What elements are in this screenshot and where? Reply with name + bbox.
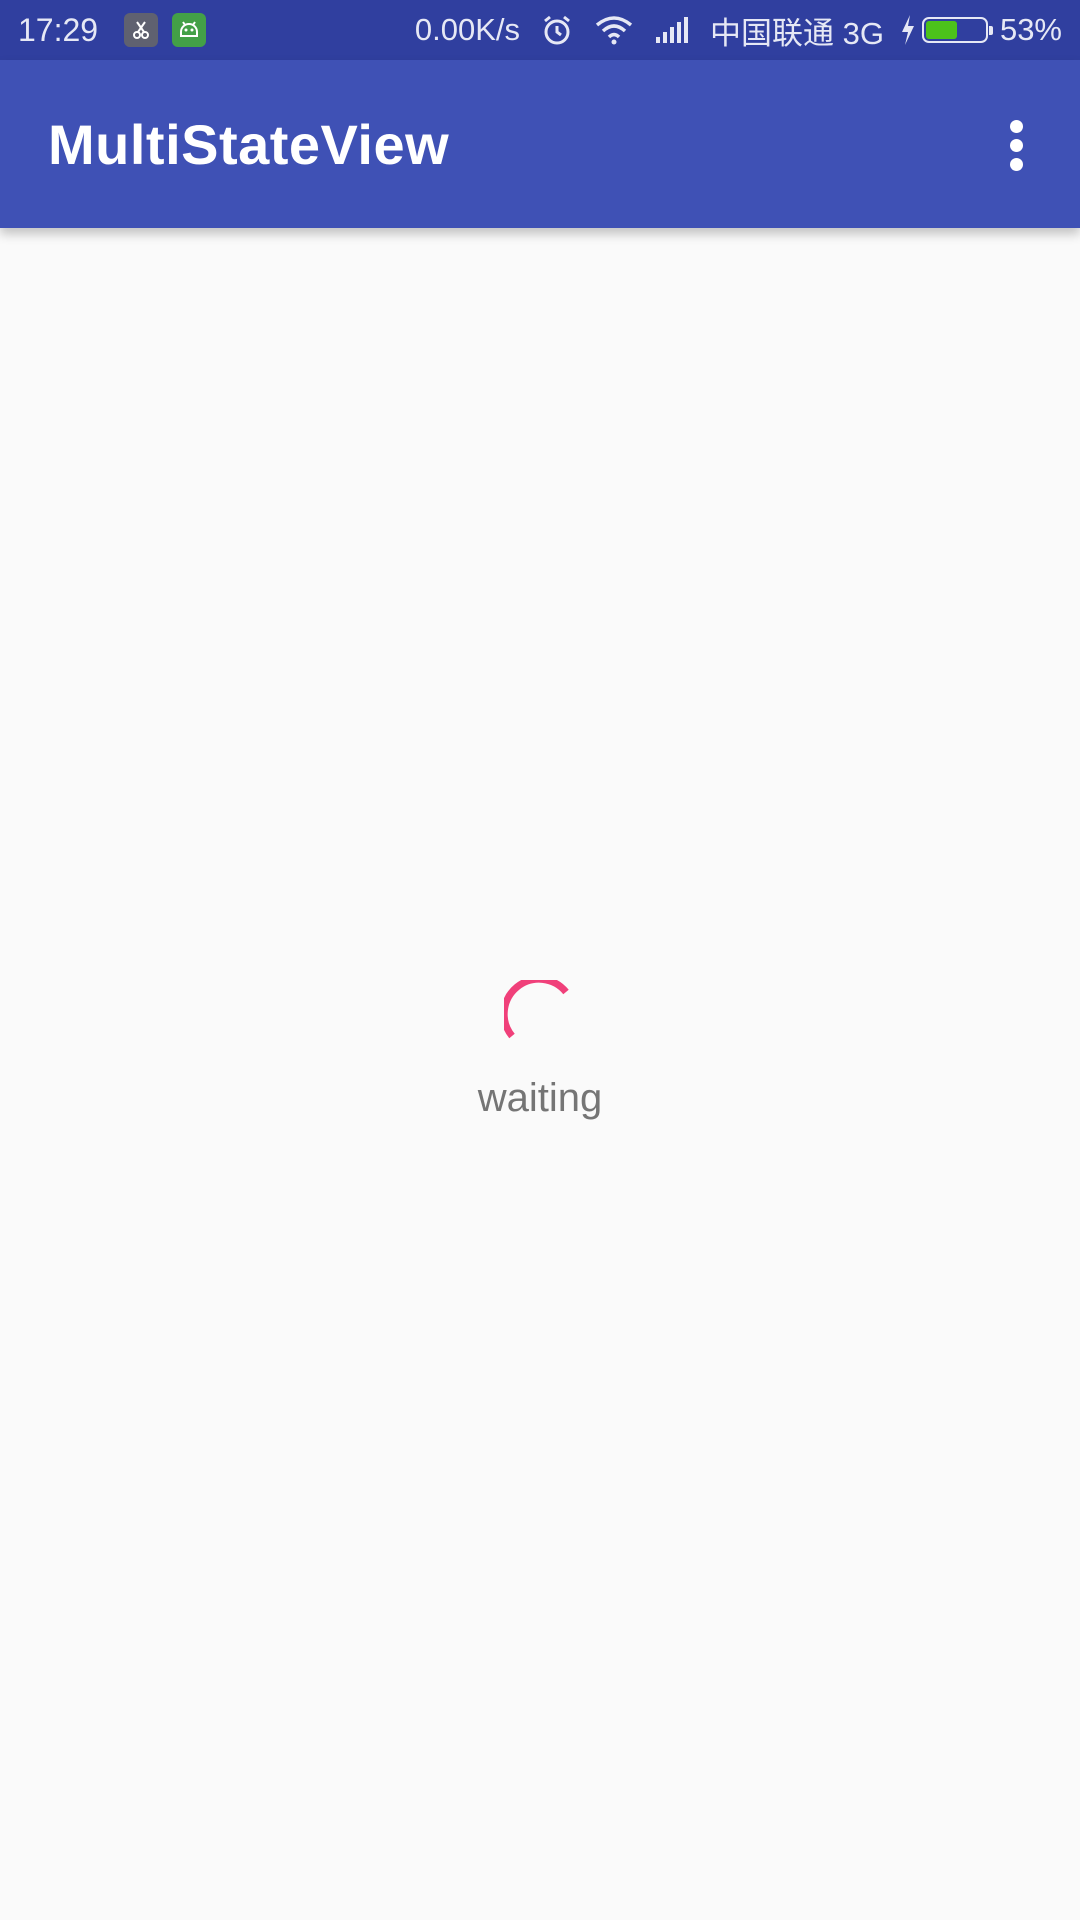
content-area: waiting [0,228,1080,1920]
carrier: 中国联通 3G [709,15,884,51]
signal-icon [654,17,692,43]
charging-bolt-icon [900,15,916,45]
battery-icon [921,17,993,43]
net-speed: 0.00K/s [414,12,520,47]
alarm-icon [540,13,574,47]
more-vert-icon[interactable] [988,110,1044,180]
loading-state: waiting [0,980,1080,1121]
loading-spinner-icon [504,980,569,1039]
app-title: MultiStateView [48,112,450,176]
status-time: 17:29 [18,11,99,48]
scissors-icon [124,13,159,47]
status-bar: 17:29 0.00K/s 中国联通 3G 53% [0,0,1080,60]
battery-percent: 53% [999,12,1062,47]
wifi-icon [594,15,634,45]
android-robot-icon [172,13,207,47]
app-bar: MultiStateView [0,60,1080,228]
loading-text: waiting [477,1076,603,1120]
